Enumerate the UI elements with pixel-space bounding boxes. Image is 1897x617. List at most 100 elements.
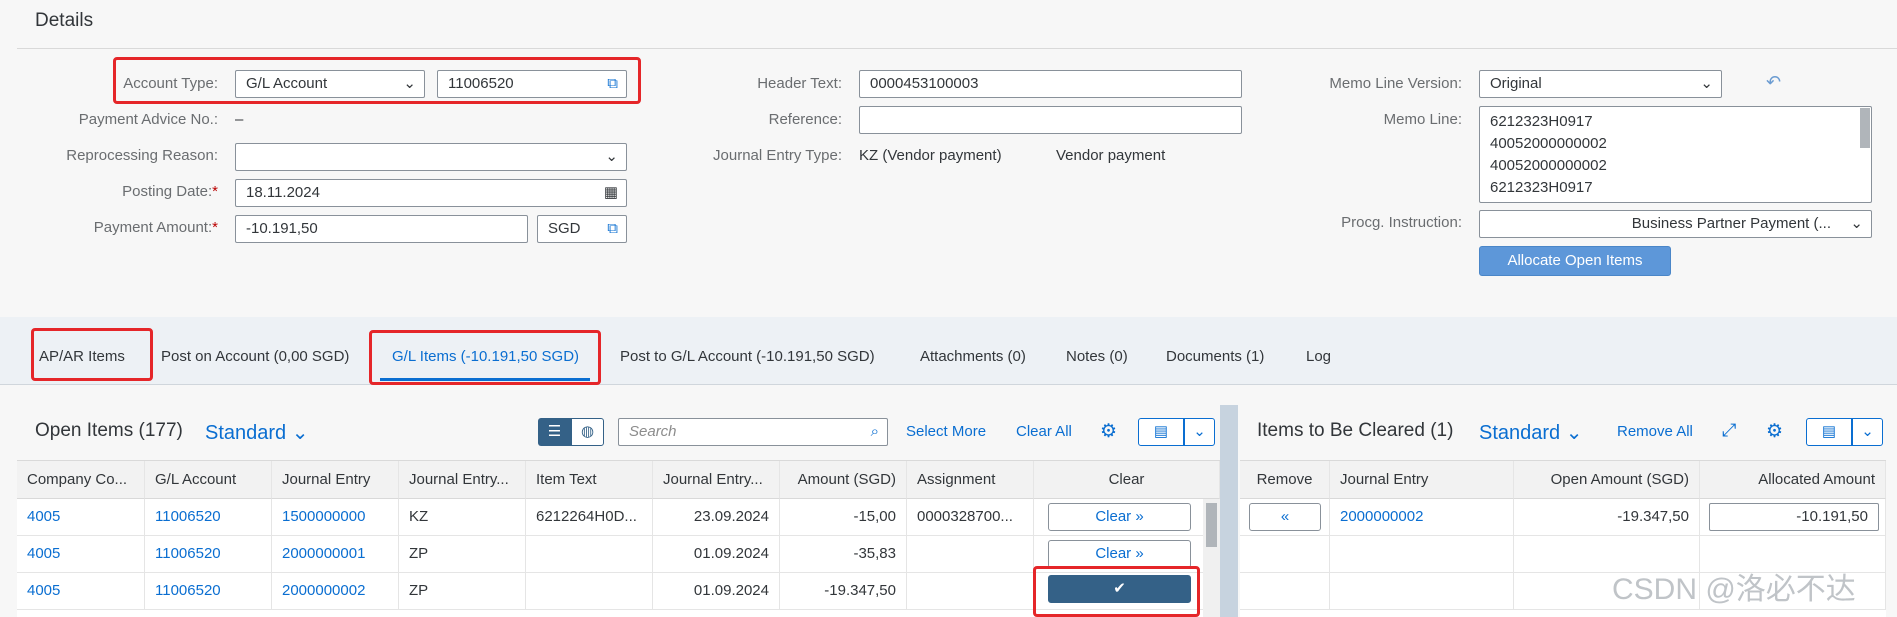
column-header[interactable]: Assignment <box>907 461 1034 499</box>
allocated-amount-value: -10.191,50 <box>1796 508 1868 525</box>
column-header[interactable]: G/L Account <box>145 461 272 499</box>
value-help-icon[interactable]: ⧉ <box>607 71 618 97</box>
gl-account-link[interactable]: 11006520 <box>145 573 272 610</box>
checkmark-icon: ✔ <box>1113 580 1126 597</box>
je-date-cell: 23.09.2024 <box>653 499 780 536</box>
journal-entry-link[interactable]: 1500000000 <box>272 499 399 536</box>
currency-input[interactable]: SGD ⧉ <box>537 215 627 243</box>
fullscreen-icon[interactable]: ⤢ <box>1722 420 1736 441</box>
allocate-open-items-button[interactable]: Allocate Open Items <box>1479 246 1671 276</box>
required-mark: * <box>212 183 218 200</box>
clear-button[interactable]: Clear » <box>1048 503 1191 531</box>
globe-icon[interactable]: ◍ <box>571 418 604 446</box>
search-input[interactable]: Search ⌕ <box>618 418 888 446</box>
column-header[interactable]: Open Amount (SGD) <box>1514 461 1700 499</box>
gl-account-link[interactable]: 11006520 <box>145 499 272 536</box>
company-code-link[interactable]: 4005 <box>17 536 145 573</box>
procg-instruction-select[interactable]: Business Partner Payment (... ⌄ <box>1479 210 1872 238</box>
payment-amount-value: -10.191,50 <box>246 220 318 237</box>
chevron-down-icon[interactable]: ⌄ <box>1852 418 1883 446</box>
allocated-amount-input[interactable]: -10.191,50 <box>1709 503 1879 531</box>
empty-cell <box>1240 573 1330 610</box>
select-more-link[interactable]: Select More <box>906 423 986 440</box>
column-header[interactable]: Item Text <box>526 461 653 499</box>
column-header[interactable]: Clear <box>1034 461 1220 499</box>
memo-line: 6212323H0917 <box>1490 113 1593 130</box>
memo-line: 40052000000002 <box>1490 157 1607 174</box>
column-header[interactable]: Journal Entry <box>272 461 399 499</box>
chevron-down-icon[interactable]: ⌄ <box>1184 418 1215 446</box>
tab-post-to-gl[interactable]: Post to G/L Account (-10.191,50 SGD) <box>620 348 875 365</box>
journal-entry-link[interactable]: 2000000002 <box>272 573 399 610</box>
export-icon[interactable]: ▤ <box>1138 418 1184 446</box>
export-icon[interactable]: ▤ <box>1806 418 1852 446</box>
column-header[interactable]: Amount (SGD) <box>780 461 907 499</box>
column-header[interactable]: Company Co... <box>17 461 145 499</box>
column-header[interactable]: Remove <box>1240 461 1330 499</box>
settings-icon[interactable]: ⚙ <box>1766 420 1783 443</box>
clear-button[interactable]: Clear » <box>1048 540 1191 568</box>
reprocessing-reason-label: Reprocessing Reason: <box>66 147 218 164</box>
chevron-down-icon[interactable]: ⌄ <box>605 144 618 170</box>
column-header[interactable]: Allocated Amount <box>1700 461 1886 499</box>
tab-post-on-account[interactable]: Post on Account (0,00 SGD) <box>161 348 349 365</box>
amount-cell: -35,83 <box>780 536 907 573</box>
tab-selected-indicator <box>380 378 590 381</box>
cleared-toggle-button[interactable]: ✔ <box>1048 575 1191 603</box>
value-help-icon[interactable]: ⧉ <box>607 216 618 242</box>
undo-icon[interactable]: ↶ <box>1766 72 1781 93</box>
tab-attachments[interactable]: Attachments (0) <box>920 348 1026 365</box>
journal-entry-link[interactable]: 2000000001 <box>272 536 399 573</box>
reprocessing-reason-select[interactable]: ⌄ <box>235 143 627 171</box>
account-type-select[interactable]: G/L Account ⌄ <box>235 70 425 98</box>
column-header[interactable]: Journal Entry <box>1330 461 1514 499</box>
scrollbar-thumb[interactable] <box>1206 503 1217 547</box>
je-type-value: KZ (Vendor payment) <box>859 147 1002 164</box>
chevron-down-icon[interactable]: ⌄ <box>1850 211 1863 237</box>
required-mark: * <box>212 219 218 236</box>
header-text-input[interactable]: 0000453100003 <box>859 70 1242 98</box>
company-code-link[interactable]: 4005 <box>17 499 145 536</box>
reference-input[interactable] <box>859 106 1242 134</box>
tab-log[interactable]: Log <box>1306 348 1331 365</box>
calendar-icon[interactable]: ▦ <box>604 180 618 206</box>
list-view-icon[interactable]: ☰ <box>538 418 571 446</box>
tab-documents[interactable]: Documents (1) <box>1166 348 1264 365</box>
scrollbar-thumb[interactable] <box>1860 108 1870 148</box>
payment-amount-input[interactable]: -10.191,50 <box>235 215 528 243</box>
tab-notes[interactable]: Notes (0) <box>1066 348 1128 365</box>
memo-version-select[interactable]: Original ⌄ <box>1479 70 1722 98</box>
settings-icon[interactable]: ⚙ <box>1100 420 1117 443</box>
memo-line-textarea[interactable]: 6212323H0917 40052000000002 400520000000… <box>1479 106 1872 203</box>
memo-line: 40052000000002 <box>1490 135 1607 152</box>
je-date-cell: 01.09.2024 <box>653 573 780 610</box>
header-text-value: 0000453100003 <box>870 75 979 92</box>
tab-gl-items[interactable]: G/L Items (-10.191,50 SGD) <box>392 348 579 365</box>
gl-account-link[interactable]: 11006520 <box>145 536 272 573</box>
remove-all-link[interactable]: Remove All <box>1617 423 1693 440</box>
open-amount-cell: -19.347,50 <box>1514 499 1700 536</box>
open-items-title: Open Items (177) <box>35 420 183 441</box>
remove-button[interactable]: « <box>1249 503 1321 531</box>
column-header[interactable]: Journal Entry... <box>653 461 780 499</box>
gl-account-input[interactable]: 11006520 ⧉ <box>437 70 627 98</box>
splitter[interactable] <box>1220 405 1238 617</box>
tab-ap-ar-items[interactable]: AP/AR Items <box>39 348 125 365</box>
posting-date-input[interactable]: 18.11.2024 ▦ <box>235 179 627 207</box>
amount-cell: -19.347,50 <box>780 573 907 610</box>
cleared-items-variant[interactable]: Standard ⌄ <box>1479 420 1583 445</box>
chevron-down-icon[interactable]: ⌄ <box>1700 71 1713 97</box>
memo-line: 6212323H0917 <box>1490 179 1593 196</box>
je-type-cell: ZP <box>399 536 526 573</box>
posting-date-label-text: Posting Date: <box>122 183 213 200</box>
chevron-down-icon[interactable]: ⌄ <box>403 71 416 97</box>
clear-label: Clear <box>1095 508 1132 525</box>
search-icon[interactable]: ⌕ <box>871 419 879 445</box>
open-items-variant[interactable]: Standard ⌄ <box>205 420 309 445</box>
company-code-link[interactable]: 4005 <box>17 573 145 610</box>
journal-entry-link[interactable]: 2000000002 <box>1330 499 1514 536</box>
column-header[interactable]: Journal Entry... <box>399 461 526 499</box>
memo-version-label: Memo Line Version: <box>1329 75 1462 92</box>
chevron-down-icon: ⌄ <box>291 422 309 444</box>
clear-all-link[interactable]: Clear All <box>1016 423 1072 440</box>
